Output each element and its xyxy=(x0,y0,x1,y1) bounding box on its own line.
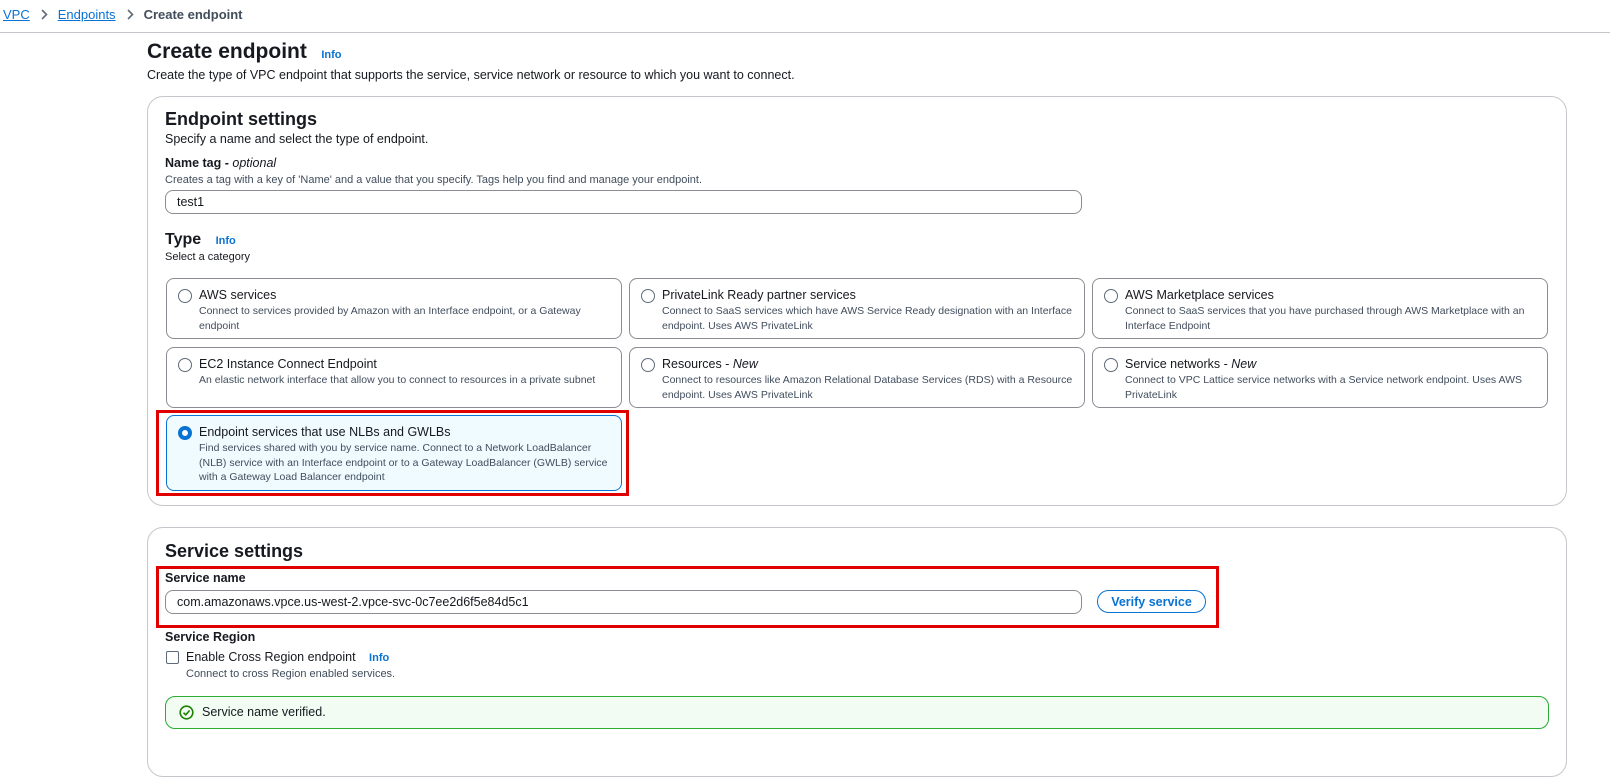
cross-region-label: Enable Cross Region endpoint Info xyxy=(186,650,389,664)
breadcrumb-current: Create endpoint xyxy=(143,6,243,22)
service-verified-message: Service name verified. xyxy=(202,705,326,719)
service-region-label: Service Region xyxy=(165,630,256,644)
verify-service-button[interactable]: Verify service xyxy=(1097,590,1206,613)
type-option-endpoint-services-nlb-gwlb[interactable]: Endpoint services that use NLBs and GWLB… xyxy=(166,415,622,491)
type-description: Select a category xyxy=(165,251,250,263)
endpoint-settings-description: Specify a name and select the type of en… xyxy=(165,132,429,146)
cross-region-info-link[interactable]: Info xyxy=(369,652,389,664)
option-description: An elastic network interface that allow … xyxy=(199,374,596,386)
service-name-label: Service name xyxy=(165,571,246,585)
chevron-right-icon xyxy=(126,8,134,20)
type-option-privatelink-partner[interactable]: PrivateLink Ready partner services Conne… xyxy=(629,278,1085,339)
breadcrumb: VPC Endpoints Create endpoint xyxy=(3,5,243,23)
name-tag-hint: Creates a tag with a key of 'Name' and a… xyxy=(165,174,703,186)
option-title: Service networks - New xyxy=(1125,357,1257,371)
type-option-resources[interactable]: Resources - New Connect to resources lik… xyxy=(629,347,1085,408)
page-title: Create endpoint xyxy=(147,40,307,63)
cross-region-checkbox[interactable] xyxy=(166,651,179,664)
check-circle-icon xyxy=(179,705,194,720)
option-title: AWS Marketplace services xyxy=(1125,288,1274,302)
option-description: Connect to services provided by Amazon w… xyxy=(199,305,581,332)
option-title: Resources - New xyxy=(662,357,758,371)
name-tag-optional: optional xyxy=(232,156,277,170)
option-description: Connect to resources like Amazon Relatio… xyxy=(662,374,1073,401)
type-option-aws-services[interactable]: AWS services Connect to services provide… xyxy=(166,278,622,339)
breadcrumb-endpoints-link[interactable]: Endpoints xyxy=(58,7,116,22)
radio-button[interactable] xyxy=(641,289,655,303)
type-option-service-networks[interactable]: Service networks - New Connect to VPC La… xyxy=(1092,347,1548,408)
cross-region-label-text: Enable Cross Region endpoint xyxy=(186,650,356,664)
option-title: PrivateLink Ready partner services xyxy=(662,288,856,302)
header-divider xyxy=(0,32,1610,33)
option-title: Endpoint services that use NLBs and GWLB… xyxy=(199,425,451,439)
page-header: Create endpoint Info xyxy=(147,40,341,64)
chevron-right-icon xyxy=(40,8,48,20)
page-info-link[interactable]: Info xyxy=(321,49,341,61)
radio-button-selected[interactable] xyxy=(178,426,192,440)
radio-button[interactable] xyxy=(178,358,192,372)
service-name-input[interactable] xyxy=(165,590,1082,614)
service-settings-container: Service settings Service name Verify ser… xyxy=(147,527,1567,777)
endpoint-settings-title: Endpoint settings xyxy=(165,109,317,129)
type-option-aws-marketplace[interactable]: AWS Marketplace services Connect to SaaS… xyxy=(1092,278,1548,339)
radio-button[interactable] xyxy=(1104,358,1118,372)
service-settings-title: Service settings xyxy=(165,541,304,561)
radio-button[interactable] xyxy=(178,289,192,303)
option-description: Connect to VPC Lattice service networks … xyxy=(1125,374,1523,401)
name-tag-label: Name tag - optional xyxy=(165,156,276,170)
cross-region-hint: Connect to cross Region enabled services… xyxy=(186,668,396,680)
endpoint-settings-container: Endpoint settings Specify a name and sel… xyxy=(147,96,1567,506)
type-info-link[interactable]: Info xyxy=(216,235,236,247)
option-title: EC2 Instance Connect Endpoint xyxy=(199,357,377,371)
breadcrumb-vpc-link[interactable]: VPC xyxy=(3,7,30,22)
type-title-text: Type xyxy=(165,231,202,248)
radio-button[interactable] xyxy=(641,358,655,372)
option-description: Connect to SaaS services which have AWS … xyxy=(662,305,1072,332)
page-description: Create the type of VPC endpoint that sup… xyxy=(147,68,795,82)
option-description: Connect to SaaS services that you have p… xyxy=(1125,305,1525,332)
name-tag-input[interactable] xyxy=(165,190,1082,214)
type-title: Type Info xyxy=(165,231,236,249)
radio-button[interactable] xyxy=(1104,289,1118,303)
name-tag-label-text: Name tag - xyxy=(165,156,233,170)
type-option-ec2-instance-connect[interactable]: EC2 Instance Connect Endpoint An elastic… xyxy=(166,347,622,408)
service-verified-alert: Service name verified. xyxy=(165,696,1549,729)
option-description: Find services shared with you by service… xyxy=(199,442,608,483)
option-title: AWS services xyxy=(199,288,277,302)
